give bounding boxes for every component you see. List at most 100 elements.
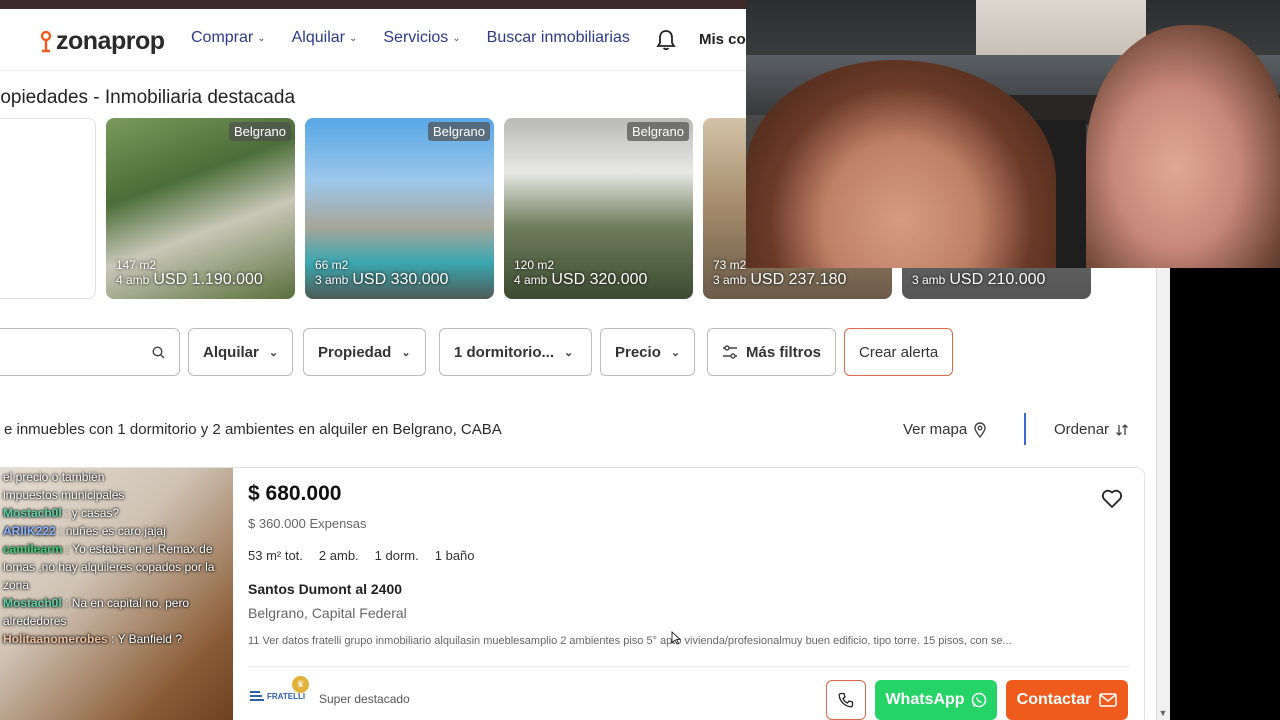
chat-line: Mostach0l : Na en capital no, pero alred… (0, 594, 232, 630)
chat-username: Holitaanomerobes (3, 632, 108, 646)
page-scrollbar[interactable] (1156, 268, 1170, 720)
neighborhood-badge: Belgrano (427, 122, 490, 141)
envelope-icon (1099, 693, 1118, 707)
nav-alquilar-label: Alquilar (291, 29, 345, 46)
location-search-input[interactable] (0, 328, 180, 376)
scroll-down-arrow-icon[interactable]: ▼ (1158, 708, 1168, 718)
card-price-line: 4 amb USD 320.000 (514, 271, 647, 289)
nav-servicios[interactable]: Servicios ⌄ (383, 29, 460, 47)
card-area: 66 m2 (315, 258, 349, 272)
whatsapp-label: WhatsApp (885, 691, 965, 708)
chevron-down-icon: ⌄ (257, 32, 266, 44)
sort-label: Ordenar (1054, 421, 1110, 438)
chat-line: camilearm : Yo estaba en el Remax de lom… (0, 540, 232, 594)
feature-bathrooms: 1 baño (434, 548, 475, 563)
nav-alquilar[interactable]: Alquilar ⌄ (292, 29, 358, 47)
nav-buscar-label: Buscar inmobiliarias (486, 29, 630, 46)
chat-line: ARIIK222 : nuñes es caro jajaj (0, 522, 232, 540)
card-rooms: 4 amb (514, 273, 548, 287)
chat-line: impuestos municipales (0, 486, 232, 504)
stream-chat-overlay: el precio o también impuestos municipale… (0, 468, 232, 648)
card-price-line: 3 amb USD 330.000 (315, 271, 448, 289)
price-filter-label: Precio (615, 343, 661, 361)
property-filter[interactable]: Propiedad ⌄ (303, 328, 426, 376)
contact-button[interactable]: Contactar (1006, 680, 1128, 720)
operation-filter-label: Alquilar (203, 343, 259, 361)
listing-location: Belgrano, Capital Federal (248, 605, 407, 621)
card-rooms: 3 amb (912, 273, 946, 287)
feature-bedrooms: 1 dorm. (374, 548, 419, 563)
agency-mark-icon (250, 691, 264, 701)
phone-icon (838, 692, 854, 708)
featured-card-placeholder (0, 118, 96, 299)
sliders-icon (723, 345, 737, 359)
feature-rooms: 2 amb. (318, 548, 359, 563)
property-filter-label: Propiedad (318, 343, 392, 361)
crown-icon: ♛ (292, 676, 309, 693)
view-map-button[interactable]: Ver mapa (903, 421, 987, 438)
price-filter[interactable]: Precio ⌄ (600, 328, 696, 376)
nav-comprar-label: Comprar (191, 29, 254, 46)
chat-line: el precio o también (0, 468, 232, 486)
sort-button[interactable]: Ordenar (1054, 421, 1129, 438)
listing-tier: Super destacado (319, 692, 410, 706)
featured-card[interactable]: Belgrano 120 m2 4 amb USD 320.000 (504, 118, 693, 299)
map-pin-icon (974, 421, 986, 438)
favorite-heart-icon[interactable] (1100, 487, 1124, 511)
results-title: e inmuebles con 1 dormitorio y 2 ambient… (4, 421, 502, 438)
featured-card[interactable]: Belgrano 147 m2 4 amb USD 1.190.000 (106, 118, 295, 299)
neighborhood-badge: Belgrano (626, 122, 689, 141)
chevron-down-icon: ⌄ (670, 346, 681, 359)
neighborhood-badge: Belgrano (228, 122, 291, 141)
card-price: USD 330.000 (352, 271, 449, 288)
rooms-filter[interactable]: 1 dormitorio... ⌄ (439, 328, 592, 376)
operation-filter[interactable]: Alquilar ⌄ (188, 328, 294, 376)
listing-address[interactable]: Santos Dumont al 2400 (248, 581, 402, 597)
view-map-label: Ver mapa (903, 421, 968, 438)
call-button[interactable] (826, 680, 866, 720)
toolbar-divider (1024, 413, 1026, 445)
listing-expensas: $ 360.000 Expensas (248, 516, 367, 531)
featured-section-title: ropiedades - Inmobiliaria destacada (0, 87, 296, 108)
account-link[interactable]: Mis co (699, 31, 746, 48)
chevron-down-icon: ⌄ (268, 346, 279, 359)
bell-icon[interactable] (656, 29, 676, 51)
chevron-down-icon: ⌄ (452, 32, 461, 44)
card-price: USD 1.190.000 (153, 271, 263, 288)
create-alert-button[interactable]: Crear alerta (844, 328, 954, 376)
zonaprop-logo[interactable]: zonaprop (40, 27, 165, 56)
screen: zonaprop Comprar ⌄ Alquilar ⌄ Servicios ⌄ B… (0, 0, 1280, 720)
card-price-line: 3 amb USD 210.000 (912, 271, 1045, 289)
mouse-cursor-icon (671, 631, 681, 645)
chevron-down-icon: ⌄ (564, 346, 574, 359)
feature-area: 53 m² tot. (248, 548, 303, 563)
card-area: 120 m2 (514, 258, 555, 272)
card-area: 147 m2 (116, 258, 157, 272)
card-price-line: 4 amb USD 1.190.000 (116, 271, 263, 289)
chat-message: : y casas? (65, 506, 120, 520)
nav-buscar-inmobiliarias[interactable]: Buscar inmobiliarias (487, 29, 630, 47)
chat-message: el precio o también (3, 470, 105, 484)
chevron-down-icon: ⌄ (348, 32, 358, 44)
listing-price: $ 680.000 (248, 482, 342, 505)
chat-message: : Y Banfield ? (111, 632, 182, 646)
chat-message: impuestos municipales (3, 488, 125, 502)
main-nav: Comprar ⌄ Alquilar ⌄ Servicios ⌄ Buscar inm… (191, 29, 656, 47)
more-filters-button[interactable]: Más filtros (707, 328, 837, 376)
listing-description[interactable]: 11 Ver datos fratelli grupo inmobiliario… (248, 635, 1012, 647)
card-price-line: 3 amb USD 237.180 (713, 271, 846, 289)
card-rooms: 3 amb (315, 273, 349, 287)
chat-username: Mostach0l (3, 506, 62, 520)
search-icon (152, 345, 165, 358)
location-pin-icon (40, 30, 52, 52)
nav-comprar[interactable]: Comprar ⌄ (191, 29, 266, 47)
chat-line: Holitaanomerobes : Y Banfield ? (0, 630, 232, 648)
featured-card[interactable]: Belgrano 66 m2 3 amb USD 330.000 (305, 118, 494, 299)
logo-text: zonaprop (56, 27, 165, 55)
rooms-filter-label: 1 dormitorio... (454, 343, 555, 361)
chat-username: ARIIK222 (3, 524, 56, 538)
card-rooms: 4 amb (116, 273, 150, 287)
chevron-down-icon: ⌄ (401, 346, 411, 359)
whatsapp-button[interactable]: WhatsApp (875, 680, 997, 720)
chat-message: : nuñes es caro jajaj (59, 524, 166, 538)
